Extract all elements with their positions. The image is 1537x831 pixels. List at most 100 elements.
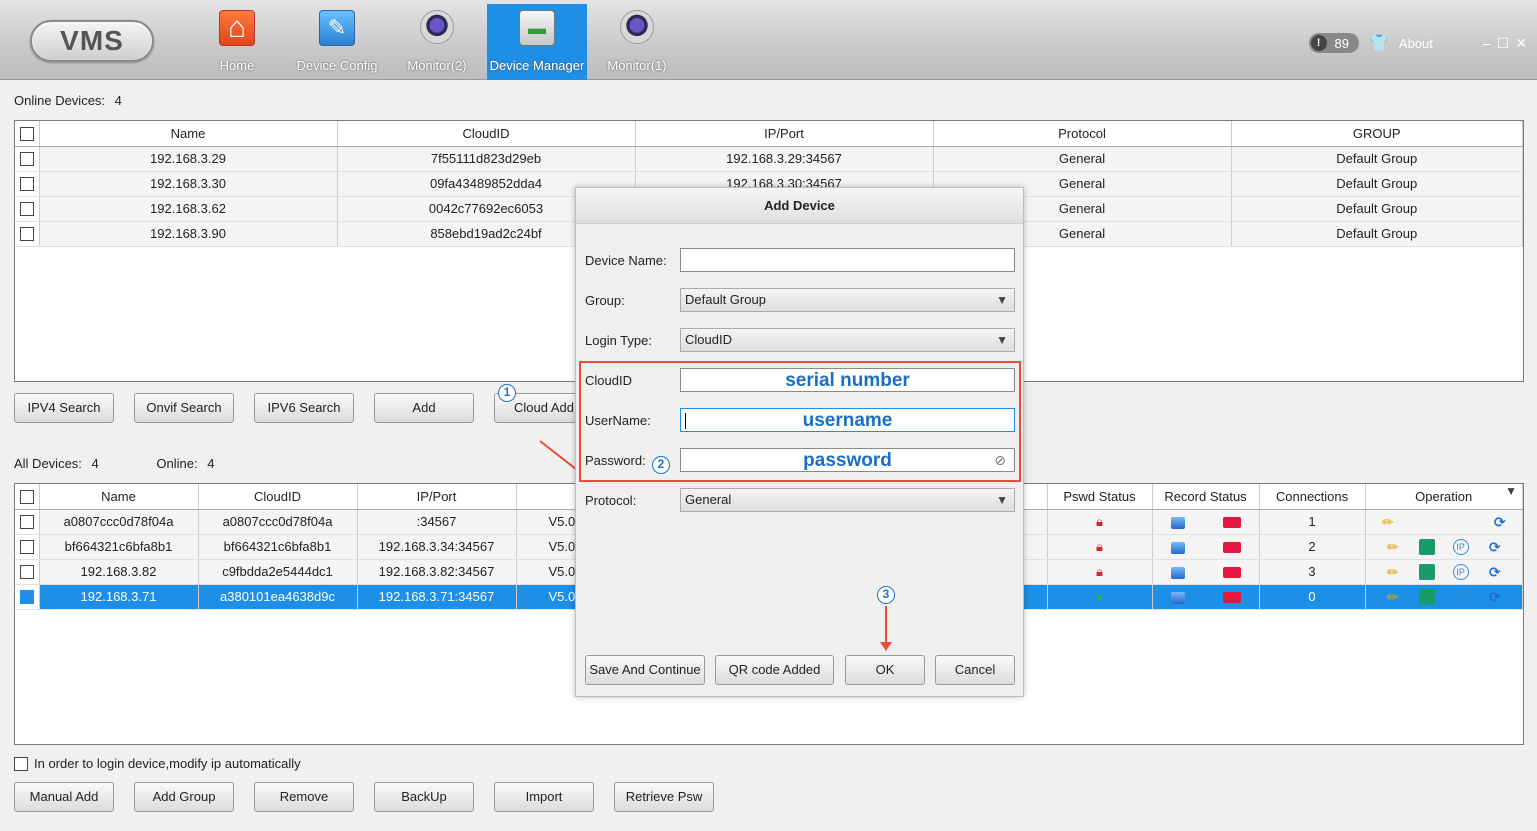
manual-add-button[interactable]: Manual Add	[14, 782, 114, 812]
step-1-marker: 1	[498, 384, 516, 402]
column-header[interactable]: IP/Port	[357, 484, 517, 510]
group-select[interactable]: Default Group	[680, 288, 1015, 312]
all-devices-count: 4	[91, 456, 99, 471]
online-count: 4	[207, 456, 215, 471]
edit-icon[interactable]: ✏	[1385, 564, 1401, 580]
ipv4-search-button[interactable]: IPV4 Search	[14, 393, 114, 423]
refresh-icon[interactable]: ⟳	[1487, 589, 1503, 605]
qr-code-added-button[interactable]: QR code Added	[715, 655, 834, 685]
row-checkbox[interactable]	[15, 584, 40, 610]
onvif-search-button[interactable]: Onvif Search	[134, 393, 234, 423]
column-header[interactable]: IP/Port	[635, 121, 934, 147]
cell-cloudid: 7f55111d823d29eb	[337, 146, 636, 172]
username-label: UserName:	[585, 413, 651, 428]
add-button[interactable]: Add	[374, 393, 474, 423]
qr-code-icon[interactable]	[1418, 563, 1435, 580]
refresh-icon[interactable]: ⟳	[1487, 539, 1503, 555]
about-link[interactable]: About	[1399, 36, 1433, 51]
cell-name: 192.168.3.82	[39, 559, 199, 585]
device-name-input[interactable]	[680, 248, 1015, 272]
cell-pswd-status: 🔒︎	[1047, 534, 1153, 560]
column-header[interactable]: CloudID	[198, 484, 358, 510]
add-group-button[interactable]: Add Group	[134, 782, 234, 812]
save-and-continue-button[interactable]: Save And Continue	[585, 655, 705, 685]
table-row[interactable]: 192.168.3.29 7f55111d823d29eb 192.168.3.…	[15, 146, 1523, 172]
refresh-icon[interactable]: ⟳	[1492, 514, 1508, 530]
column-header[interactable]: Connections	[1259, 484, 1366, 510]
device-icon	[519, 10, 555, 46]
notification-badge[interactable]: ! 89	[1308, 33, 1359, 53]
protocol-value: General	[685, 492, 732, 507]
ok-button[interactable]: OK	[845, 655, 925, 685]
cloudid-input[interactable]: serial number	[680, 368, 1015, 392]
nav-monitor-1[interactable]: Monitor(1)	[587, 4, 687, 80]
row-checkbox[interactable]	[15, 559, 40, 585]
row-checkbox[interactable]	[15, 171, 40, 197]
password-label: Password:	[585, 453, 646, 468]
column-header[interactable]: Protocol	[933, 121, 1232, 147]
select-all-checkbox[interactable]	[15, 121, 40, 147]
minimize-icon[interactable]: –	[1483, 35, 1491, 52]
edit-icon[interactable]: ✏	[1385, 589, 1401, 605]
cell-group: Default Group	[1231, 146, 1523, 172]
cell-cloudid: bf664321c6bfa8b1	[198, 534, 358, 560]
auto-ip-checkbox[interactable]	[14, 756, 28, 771]
password-hint: password	[803, 450, 892, 471]
column-header[interactable]: Pswd Status	[1047, 484, 1153, 510]
row-checkbox[interactable]	[15, 221, 40, 247]
cell-record-status	[1152, 509, 1260, 535]
maximize-icon[interactable]: ☐	[1497, 35, 1510, 52]
column-header[interactable]: CloudID	[337, 121, 636, 147]
eye-slash-icon[interactable]: ⊘	[994, 449, 1006, 471]
remove-button[interactable]: Remove	[254, 782, 354, 812]
column-header[interactable]: Name	[39, 484, 199, 510]
refresh-icon[interactable]: ⟳	[1487, 564, 1503, 580]
edit-icon[interactable]: ✏	[1380, 514, 1396, 530]
backup-button[interactable]: BackUp	[374, 782, 474, 812]
lock-icon: 🔒︎	[1096, 538, 1103, 554]
row-checkbox[interactable]	[15, 534, 40, 560]
column-header[interactable]: Operation	[1365, 484, 1523, 510]
nav-monitor-2-label: Monitor(2)	[407, 58, 467, 73]
row-checkbox[interactable]	[15, 196, 40, 222]
ip-icon[interactable]: IP	[1452, 563, 1469, 580]
protocol-select[interactable]: General	[680, 488, 1015, 512]
nav-home[interactable]: Home	[187, 4, 287, 80]
cell-protocol: General	[933, 146, 1232, 172]
table-header: Name CloudID IP/Port Protocol GROUP	[15, 121, 1523, 147]
column-header[interactable]: Record Status	[1152, 484, 1260, 510]
ip-icon[interactable]: IP	[1452, 588, 1469, 605]
cell-name: 192.168.3.29	[39, 146, 338, 172]
column-header[interactable]: Name	[39, 121, 338, 147]
nav-monitor-2[interactable]: Monitor(2)	[387, 4, 487, 80]
row-checkbox[interactable]	[15, 509, 40, 535]
auto-ip-option[interactable]: In order to login device,modify ip autom…	[14, 756, 301, 771]
ipv6-search-button[interactable]: IPV6 Search	[254, 393, 354, 423]
password-input[interactable]: password ⊘	[680, 448, 1015, 472]
nav-device-config[interactable]: Device Config	[287, 4, 387, 80]
row-checkbox[interactable]	[15, 146, 40, 172]
import-button[interactable]: Import	[494, 782, 594, 812]
qr-code-icon[interactable]	[1418, 588, 1435, 605]
cell-cloudid: a380101ea4638d9c	[198, 584, 358, 610]
nav-home-label: Home	[219, 58, 255, 73]
edit-icon[interactable]: ✏	[1385, 539, 1401, 555]
group-value: Default Group	[685, 292, 766, 307]
nav-device-manager[interactable]: Device Manager	[487, 4, 587, 80]
retrieve-password-button[interactable]: Retrieve Psw	[614, 782, 714, 812]
login-type-select[interactable]: CloudID	[680, 328, 1015, 352]
column-header[interactable]: GROUP	[1231, 121, 1523, 147]
alert-icon: !	[1310, 35, 1327, 51]
username-input[interactable]: username	[680, 408, 1015, 432]
cell-record-status	[1152, 584, 1260, 610]
camera-icon	[1222, 592, 1241, 604]
cancel-button[interactable]: Cancel	[935, 655, 1015, 685]
lock-icon: 🔒︎	[1096, 513, 1103, 529]
ip-icon[interactable]: IP	[1452, 538, 1469, 555]
select-all-checkbox[interactable]	[15, 484, 40, 510]
qr-code-icon[interactable]	[1418, 538, 1435, 555]
close-icon[interactable]: ✕	[1515, 35, 1527, 52]
cell-group: Default Group	[1231, 221, 1523, 247]
record-icon	[1170, 566, 1185, 579]
shirt-icon[interactable]: 👕	[1369, 33, 1389, 53]
